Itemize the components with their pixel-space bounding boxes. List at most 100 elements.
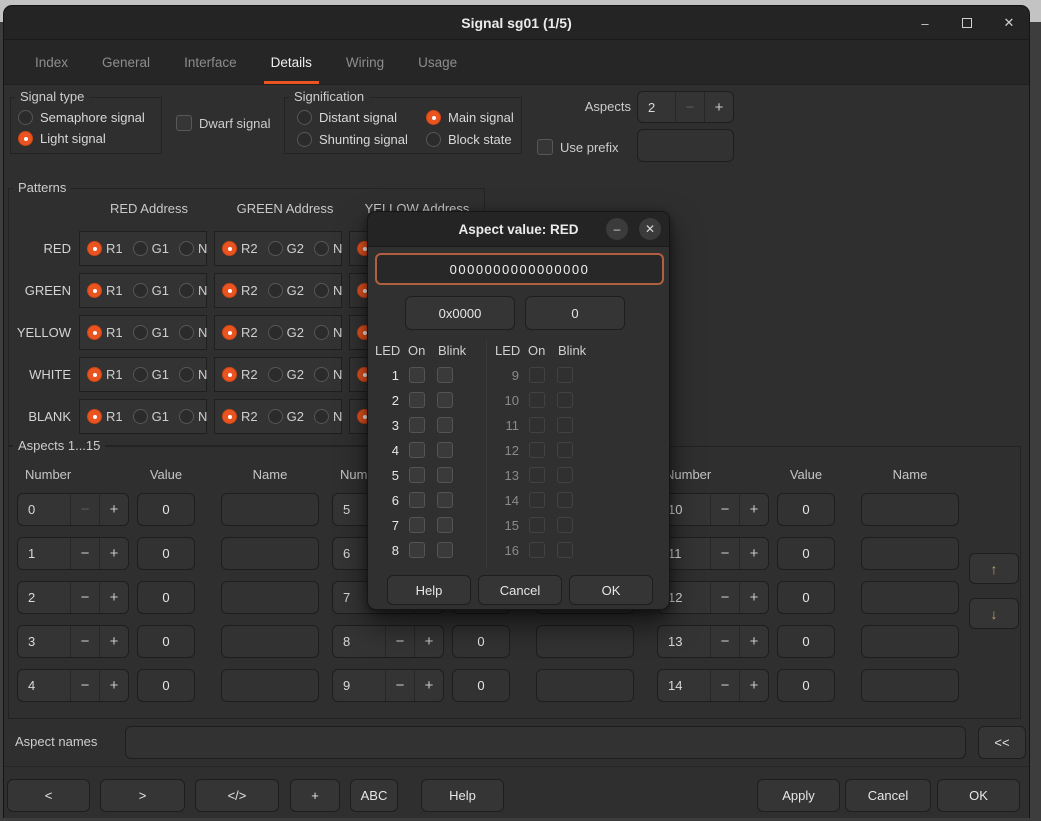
radio-icon[interactable] [426,132,441,147]
led-on-checkbox[interactable] [529,517,545,533]
tab[interactable]: Wiring [329,40,401,84]
abc-button[interactable]: ABC [350,779,398,812]
increment-button[interactable]: + [99,670,128,701]
signal-type-option[interactable]: Semaphore signal [18,110,145,125]
signification-option[interactable]: Main signal [426,110,514,125]
radio-icon[interactable] [297,132,312,147]
aspect-name-field[interactable] [861,493,959,526]
minimize-icon[interactable]: – [915,13,935,33]
radio-icon[interactable] [87,283,102,298]
radio-icon[interactable] [222,241,237,256]
decrement-button[interactable]: − [385,670,414,701]
led-on-checkbox[interactable] [529,367,545,383]
tab[interactable]: Interface [167,40,254,84]
radio-icon[interactable] [18,110,33,125]
aspect-name-field[interactable] [221,625,319,658]
radio-icon[interactable] [268,367,283,382]
increment-button[interactable]: + [99,582,128,613]
radio-icon[interactable] [18,131,33,146]
radio-icon[interactable] [314,325,329,340]
tab[interactable]: General [85,40,167,84]
radio-icon[interactable] [297,110,312,125]
led-blink-checkbox[interactable] [557,367,573,383]
radio-icon[interactable] [133,367,148,382]
dialog-help-button[interactable]: Help [387,575,471,605]
increment-button[interactable]: + [99,538,128,569]
decrement-button[interactable]: − [385,626,414,657]
increment-button[interactable]: + [704,92,733,122]
led-on-checkbox[interactable] [529,542,545,558]
move-down-button[interactable]: ↓ [969,598,1019,629]
dwarf-signal-option[interactable]: Dwarf signal [176,115,271,131]
use-prefix-option[interactable]: Use prefix [537,139,619,155]
led-on-checkbox[interactable] [409,467,425,483]
aspect-value-field[interactable] [777,537,835,570]
increment-button[interactable]: + [739,670,768,701]
radio-icon[interactable] [268,241,283,256]
led-on-checkbox[interactable] [529,392,545,408]
led-blink-checkbox[interactable] [437,467,453,483]
radio-icon[interactable] [314,367,329,382]
radio-icon[interactable] [222,367,237,382]
decrement-button[interactable]: − [710,670,739,701]
aspect-value-field[interactable] [137,493,195,526]
led-on-checkbox[interactable] [409,542,425,558]
close-icon[interactable]: ✕ [999,13,1019,33]
aspect-name-field[interactable] [861,625,959,658]
led-on-checkbox[interactable] [529,467,545,483]
decrement-button[interactable]: − [710,538,739,569]
decrement-button[interactable]: − [70,626,99,657]
radio-icon[interactable] [87,241,102,256]
led-blink-checkbox[interactable] [557,492,573,508]
radio-icon[interactable] [133,325,148,340]
radio-icon[interactable] [314,283,329,298]
led-on-checkbox[interactable] [529,417,545,433]
radio-icon[interactable] [87,367,102,382]
move-up-button[interactable]: ↑ [969,553,1019,584]
radio-icon[interactable] [133,241,148,256]
aspect-name-field[interactable] [861,581,959,614]
aspect-names-field[interactable] [125,726,966,759]
radio-icon[interactable] [222,325,237,340]
led-blink-checkbox[interactable] [557,442,573,458]
aspect-name-field[interactable] [221,493,319,526]
led-on-checkbox[interactable] [409,417,425,433]
radio-icon[interactable] [87,325,102,340]
aspect-name-field[interactable] [221,581,319,614]
radio-icon[interactable] [179,367,194,382]
increment-button[interactable]: + [414,670,443,701]
led-on-checkbox[interactable] [409,517,425,533]
decrement-button[interactable]: − [70,582,99,613]
signification-option[interactable]: Distant signal [297,110,397,125]
radio-icon[interactable] [268,283,283,298]
radio-icon[interactable] [133,283,148,298]
prev-button[interactable]: < [7,779,90,812]
signification-option[interactable]: Block state [426,132,512,147]
aspect-value-field[interactable] [452,625,510,658]
signification-option[interactable]: Shunting signal [297,132,408,147]
dialog-titlebar[interactable]: Aspect value: RED – ✕ [368,212,669,247]
decrement-button[interactable]: − [710,626,739,657]
dialog-close-icon[interactable]: ✕ [639,218,661,240]
led-blink-checkbox[interactable] [437,517,453,533]
radio-icon[interactable] [133,409,148,424]
decrement-button[interactable]: − [675,92,704,122]
increment-button[interactable]: + [99,494,128,525]
tab[interactable]: Usage [401,40,474,84]
add-button[interactable]: + [290,779,340,812]
prefix-field[interactable] [637,129,734,162]
radio-icon[interactable] [87,409,102,424]
led-blink-checkbox[interactable] [557,417,573,433]
ok-button[interactable]: OK [937,779,1020,812]
dialog-ok-button[interactable]: OK [569,575,653,605]
led-on-checkbox[interactable] [409,392,425,408]
decrement-button[interactable]: − [710,494,739,525]
tab[interactable]: Index [18,40,85,84]
signal-type-option[interactable]: Light signal [18,131,106,146]
decrement-button[interactable]: − [710,582,739,613]
led-blink-checkbox[interactable] [437,417,453,433]
maximize-icon[interactable] [957,13,977,33]
decrement-button[interactable]: − [70,670,99,701]
led-on-checkbox[interactable] [529,442,545,458]
radio-icon[interactable] [268,409,283,424]
